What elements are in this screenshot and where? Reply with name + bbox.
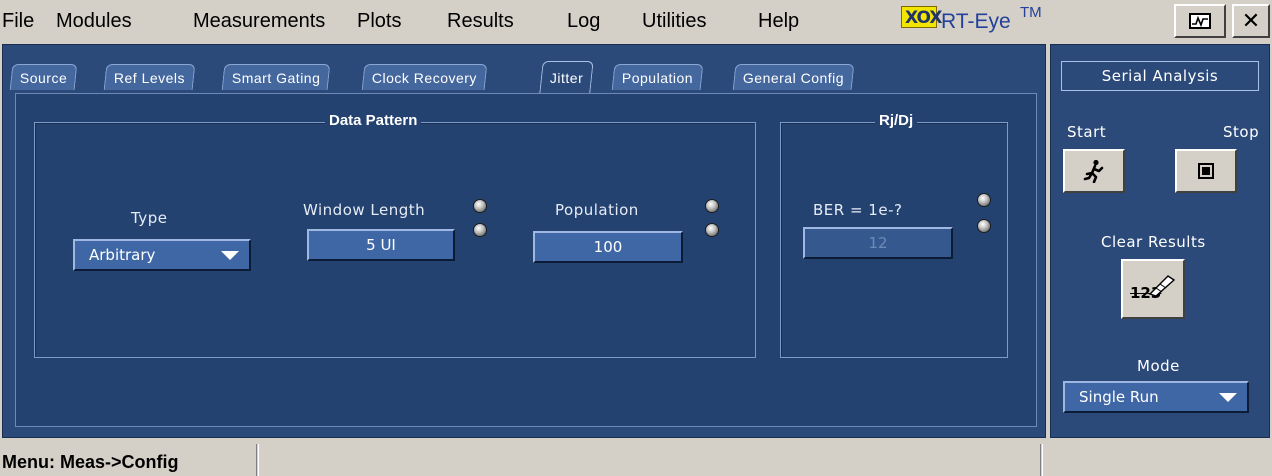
close-button[interactable]: ✕ — [1232, 4, 1270, 38]
window-length-fine-knob-icon[interactable] — [473, 223, 487, 237]
stop-button[interactable] — [1175, 149, 1237, 193]
clear-results-label: Clear Results — [1101, 233, 1206, 251]
rjdj-group: Rj/Dj BER = 1e-? 12 — [780, 112, 1008, 358]
stop-icon — [1198, 163, 1214, 179]
menu-modules[interactable]: Modules — [56, 10, 132, 33]
ber-coarse-knob-icon[interactable] — [977, 193, 991, 207]
menu-results[interactable]: Results — [447, 10, 514, 33]
population-field[interactable]: 100 — [533, 231, 683, 263]
population-coarse-knob-icon[interactable] — [705, 199, 719, 213]
rjdj-title: Rj/Dj — [875, 112, 918, 129]
menu-plots[interactable]: Plots — [357, 10, 401, 33]
start-button[interactable] — [1063, 149, 1125, 193]
menu-log[interactable]: Log — [567, 10, 600, 33]
tab-row: Source Ref Levels Smart Gating Clock Rec… — [3, 45, 1045, 93]
status-divider — [1040, 444, 1043, 476]
main-panel: Source Ref Levels Smart Gating Clock Rec… — [2, 44, 1046, 438]
data-pattern-group: Data Pattern Type Arbitrary Window Lengt… — [34, 112, 756, 358]
brand-name: RT-Eye — [941, 10, 1011, 33]
tab-population[interactable]: Population — [611, 64, 704, 90]
chevron-down-icon — [221, 251, 239, 260]
eraser-icon: 123 — [1128, 274, 1178, 304]
tab-general-config[interactable]: General Config — [732, 64, 855, 90]
ber-fine-knob-icon[interactable] — [977, 219, 991, 233]
close-icon: ✕ — [1241, 8, 1261, 34]
serial-analysis-panel: Serial Analysis Start Stop Clear Results… — [1050, 44, 1270, 438]
mode-label: Mode — [1137, 357, 1180, 375]
start-label: Start — [1067, 123, 1107, 141]
population-label: Population — [555, 201, 639, 219]
population-fine-knob-icon[interactable] — [705, 223, 719, 237]
mode-dropdown-value: Single Run — [1079, 388, 1159, 406]
running-man-icon — [1083, 159, 1104, 183]
menu-help[interactable]: Help — [758, 10, 799, 33]
brand-logo-icon: XOX — [901, 6, 942, 28]
ber-field: 12 — [803, 227, 953, 259]
tab-ref-levels[interactable]: Ref Levels — [103, 64, 196, 90]
type-dropdown-value: Arbitrary — [89, 246, 156, 264]
menu-utilities[interactable]: Utilities — [642, 10, 706, 33]
serial-analysis-title: Serial Analysis — [1061, 61, 1259, 91]
status-text: Menu: Meas->Config — [2, 452, 179, 472]
menu-file[interactable]: File — [2, 10, 34, 33]
tab-jitter[interactable]: Jitter — [539, 61, 595, 93]
jitter-content: Data Pattern Type Arbitrary Window Lengt… — [15, 93, 1037, 427]
window-length-coarse-knob-icon[interactable] — [473, 199, 487, 213]
status-divider — [256, 444, 259, 476]
data-pattern-title: Data Pattern — [325, 112, 422, 129]
menu-measurements[interactable]: Measurements — [193, 10, 325, 33]
tab-smart-gating[interactable]: Smart Gating — [221, 64, 331, 90]
tab-clock-recovery[interactable]: Clock Recovery — [361, 64, 488, 90]
waveform-toggle-button[interactable] — [1174, 4, 1226, 38]
window-length-label: Window Length — [303, 201, 426, 219]
stop-label: Stop — [1223, 123, 1260, 141]
status-bar: Menu: Meas->Config — [0, 440, 1272, 476]
ber-label: BER = 1e-? — [813, 201, 903, 219]
brand-trademark: TM — [1020, 4, 1042, 21]
waveform-icon — [1189, 13, 1211, 29]
clear-results-button[interactable]: 123 — [1121, 259, 1185, 319]
type-dropdown[interactable]: Arbitrary — [73, 239, 251, 271]
tab-source[interactable]: Source — [9, 64, 78, 90]
menu-bar: File Modules Measurements Plots Results … — [0, 0, 1272, 42]
window-length-field[interactable]: 5 UI — [307, 229, 455, 261]
type-label: Type — [131, 209, 168, 227]
mode-dropdown[interactable]: Single Run — [1063, 381, 1249, 413]
chevron-down-icon — [1219, 393, 1237, 402]
